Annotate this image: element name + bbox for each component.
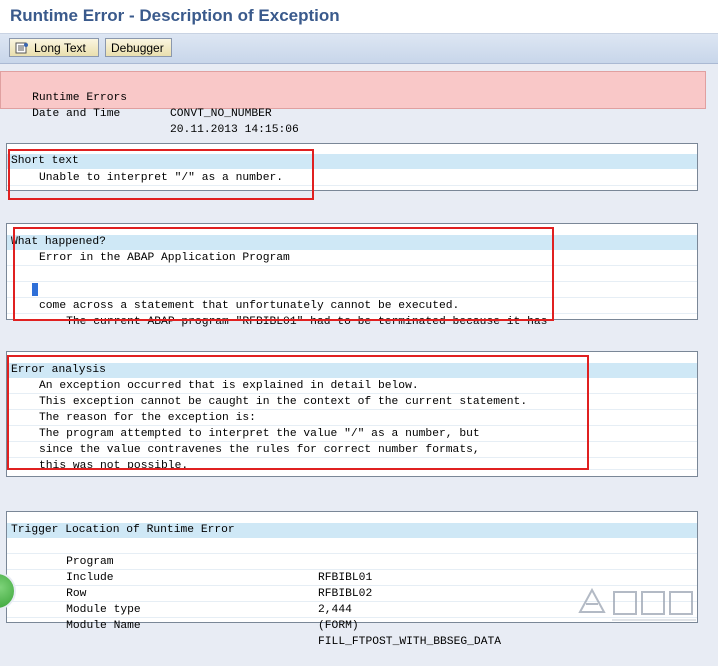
- watermark-logo: [578, 587, 696, 621]
- long-text-button[interactable]: Long Text: [9, 38, 99, 57]
- highlight-box: [13, 227, 554, 321]
- section-heading: Trigger Location of Runtime Error: [7, 523, 697, 538]
- highlight-box: [8, 149, 314, 200]
- header-value: 20.11.2013 14:15:06: [170, 124, 299, 136]
- row-value: (FORM): [318, 620, 359, 632]
- header-row-runtime-errors: Runtime Errors CONVT_NO_NUMBER: [5, 74, 272, 120]
- page-title: Runtime Error - Description of Exception: [10, 6, 340, 25]
- long-text-label: Long Text: [34, 40, 86, 55]
- title-bar: Runtime Error - Description of Exception: [0, 0, 718, 34]
- header-value: CONVT_NO_NUMBER: [170, 108, 272, 120]
- header-row-date-time: Date and Time 20.11.2013 14:15:06: [5, 90, 299, 136]
- header-label: Date and Time: [32, 108, 121, 120]
- row-label: Module Name: [66, 620, 141, 632]
- table-row: Include RFBIBL02: [7, 554, 697, 600]
- debugger-button[interactable]: Debugger: [105, 38, 172, 57]
- document-icon: [15, 42, 28, 53]
- highlight-box: [7, 355, 589, 470]
- table-row: Program RFBIBL01: [7, 538, 697, 584]
- row-value: FILL_FTPOST_WITH_BBSEG_DATA: [318, 636, 502, 648]
- runtime-error-header: Runtime Errors CONVT_NO_NUMBER Date and …: [0, 71, 706, 136]
- application-toolbar: Long Text Debugger: [0, 34, 718, 64]
- debugger-label: Debugger: [111, 40, 164, 55]
